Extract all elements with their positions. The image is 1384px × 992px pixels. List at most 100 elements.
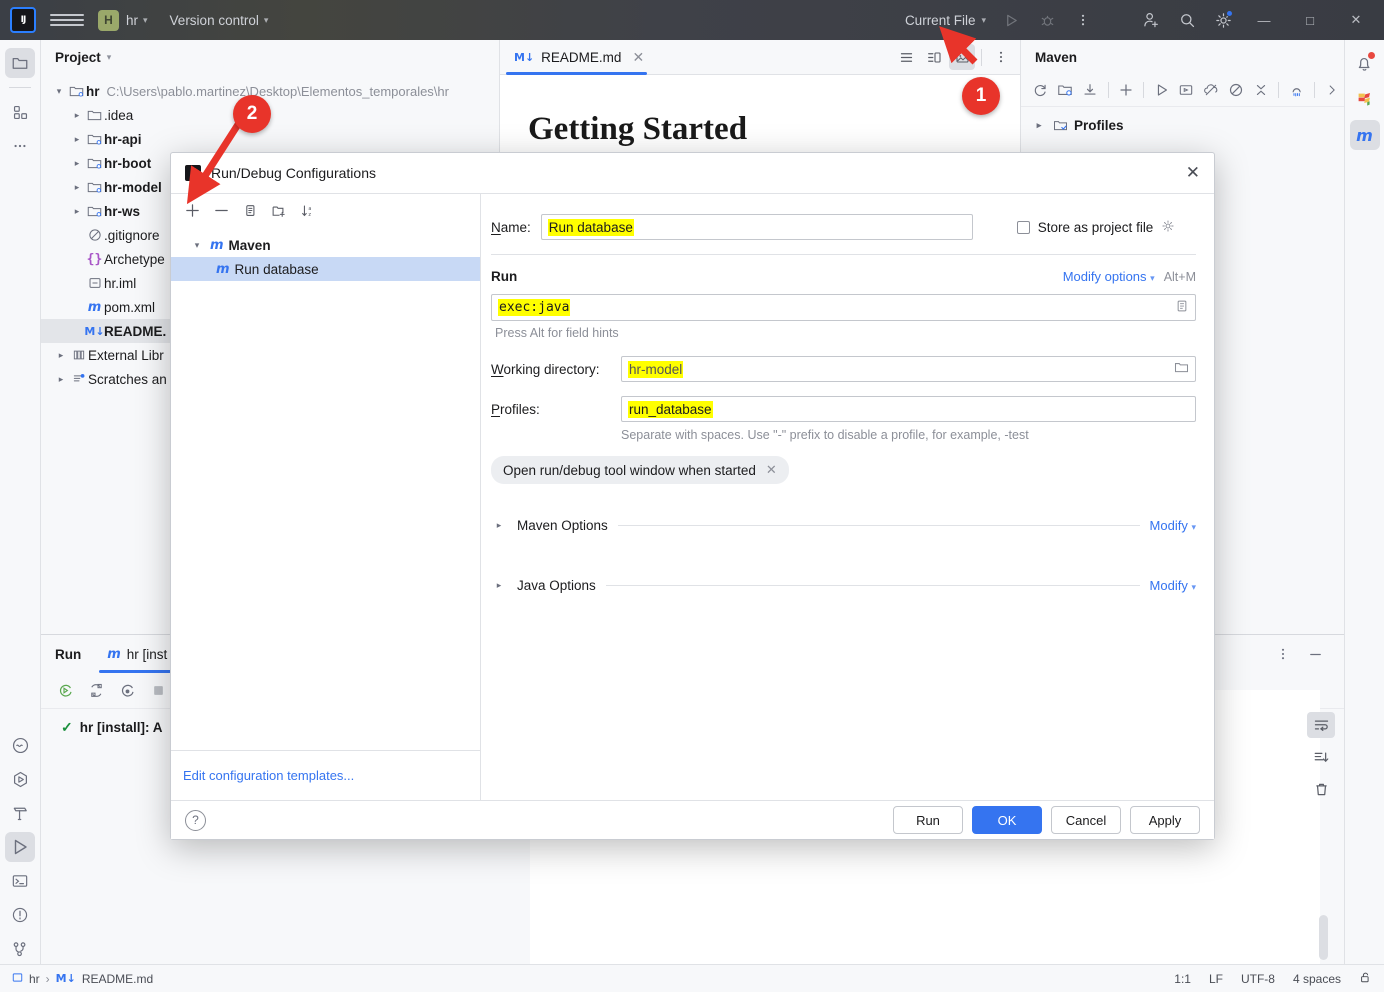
database-icon[interactable] [1350,84,1380,114]
main-menu-icon[interactable] [50,14,84,26]
caret-position[interactable]: 1:1 [1174,972,1191,986]
chevron-right-icon[interactable]: ▸ [1031,120,1047,131]
run-tool-icon[interactable] [5,832,35,862]
rerun-failed-icon[interactable] [84,678,109,703]
split-editor-icon[interactable] [921,44,947,70]
tree-node-hr[interactable]: ▾ hr C:\Users\pablo.martinez\Desktop\Ele… [41,79,499,103]
version-control-dropdown[interactable]: Version control ▾ [170,13,269,28]
maven-tool-icon[interactable]: m [1349,120,1380,150]
maximize-button[interactable]: □ [1288,0,1332,40]
sort-icon[interactable]: az [295,198,321,224]
store-as-project-file-checkbox[interactable] [1016,220,1030,234]
run-session-tab[interactable]: m hr [inst [95,635,179,673]
breadcrumb-project[interactable]: hr [29,972,40,986]
chevron-right-icon[interactable]: ▸ [69,206,85,217]
soft-wrap-icon[interactable] [1307,712,1335,738]
more-actions-icon[interactable] [1066,3,1100,37]
gear-icon[interactable] [1161,219,1175,236]
console-scrollbar[interactable] [1319,915,1328,960]
close-icon[interactable]: ✕ [1186,163,1200,183]
project-name-dropdown[interactable]: hr ▾ [126,13,148,28]
show-rendered-icon[interactable] [893,44,919,70]
debug-icon[interactable] [1030,3,1064,37]
modify-options-link[interactable]: Modify options ▾ [1063,269,1155,284]
chevron-right-icon[interactable]: ▸ [69,158,85,169]
project-tool-icon[interactable] [5,48,35,78]
stop-icon[interactable] [146,678,171,703]
command-line-input[interactable]: exec:java [491,294,1196,321]
file-encoding[interactable]: UTF-8 [1241,972,1275,986]
notifications-icon[interactable] [1350,48,1380,78]
cancel-button[interactable]: Cancel [1051,806,1121,834]
maven-options-modify-link[interactable]: Modify ▾ [1150,518,1196,533]
add-icon[interactable] [179,198,205,224]
open-tool-window-chip[interactable]: Open run/debug tool window when started … [491,456,789,484]
terminal-icon[interactable] [5,866,35,896]
expand-editor-icon[interactable] [1175,299,1189,316]
read-only-toggle-icon[interactable] [1359,971,1372,987]
download-sources-icon[interactable] [1079,78,1102,103]
tree-node-hr-api[interactable]: ▸ hr-api [41,127,499,151]
services-icon[interactable] [5,764,35,794]
chevron-right-icon[interactable]: ▸ [53,374,69,385]
settings-icon[interactable] [1206,3,1240,37]
working-directory-input[interactable]: hr-model [621,356,1196,382]
add-maven-project-icon[interactable] [1054,78,1077,103]
chevron-right-icon[interactable]: ▸ [69,110,85,121]
apply-button[interactable]: Apply [1130,806,1200,834]
chevron-right-icon[interactable]: ▸ [491,580,507,591]
toggle-skip-tests-icon[interactable] [1225,78,1248,103]
more-tools-icon[interactable] [5,131,35,161]
ai-assistant-icon[interactable] [5,730,35,760]
line-separator[interactable]: LF [1209,972,1223,986]
rerun-icon[interactable] [53,678,78,703]
problems-icon[interactable] [5,900,35,930]
preview-icon[interactable] [949,44,975,70]
search-icon[interactable] [1170,3,1204,37]
toggle-offline-icon[interactable] [1200,78,1223,103]
tab-readme-md[interactable]: M↓ README.md ✕ [500,40,653,75]
add-collaborator-icon[interactable] [1134,3,1168,37]
profiles-input[interactable]: run_database [621,396,1196,422]
clear-all-icon[interactable] [1307,776,1335,802]
analyze-dependencies-icon[interactable] [1285,78,1308,103]
chevron-right-icon[interactable]: ▸ [69,182,85,193]
more-icon[interactable] [988,44,1014,70]
indent-setting[interactable]: 4 spaces [1293,972,1341,986]
hide-icon[interactable] [1303,642,1328,667]
edit-configuration-templates-link[interactable]: Edit configuration templates... [183,768,354,783]
run-icon[interactable] [994,3,1028,37]
scroll-to-end-icon[interactable] [1307,744,1335,770]
project-panel-title[interactable]: Project ▾ [41,40,499,74]
help-button[interactable]: ? [185,809,206,831]
run-configuration-icon[interactable] [1175,78,1198,103]
maven-tree-node-profiles[interactable]: ▸ Profiles [1021,113,1344,138]
minimize-button[interactable]: — [1242,0,1286,40]
java-options-section[interactable]: ▸ Java Options Modify ▾ [491,578,1196,593]
chevron-down-icon[interactable]: ▾ [51,86,67,97]
add-folder-icon[interactable] [266,198,292,224]
maven-options-section[interactable]: ▸ Maven Options Modify ▾ [491,518,1196,533]
config-item-run-database[interactable]: m Run database [171,257,480,281]
add-icon[interactable] [1114,78,1137,103]
run-configuration-selector[interactable]: Current File ▾ [905,13,986,28]
expand-icon[interactable] [1321,78,1344,103]
folder-browse-icon[interactable] [1174,360,1189,378]
close-icon[interactable]: ✕ [632,49,644,66]
collapse-all-icon[interactable] [1250,78,1273,103]
ok-button[interactable]: OK [972,806,1042,834]
chevron-right-icon[interactable]: ▸ [69,134,85,145]
run-icon[interactable] [1150,78,1173,103]
chevron-down-icon[interactable]: ▾ [189,240,205,251]
breadcrumb-file[interactable]: README.md [82,972,153,986]
chevron-right-icon[interactable]: ▸ [53,350,69,361]
name-input[interactable]: Run database [540,214,973,240]
version-control-icon[interactable] [5,934,35,964]
build-icon[interactable] [5,798,35,828]
copy-icon[interactable] [237,198,263,224]
structure-tool-icon[interactable] [5,97,35,127]
rerun-automatically-icon[interactable] [115,678,140,703]
reload-icon[interactable] [1029,78,1052,103]
remove-icon[interactable] [208,198,234,224]
config-group-maven[interactable]: ▾ m Maven [171,233,480,257]
